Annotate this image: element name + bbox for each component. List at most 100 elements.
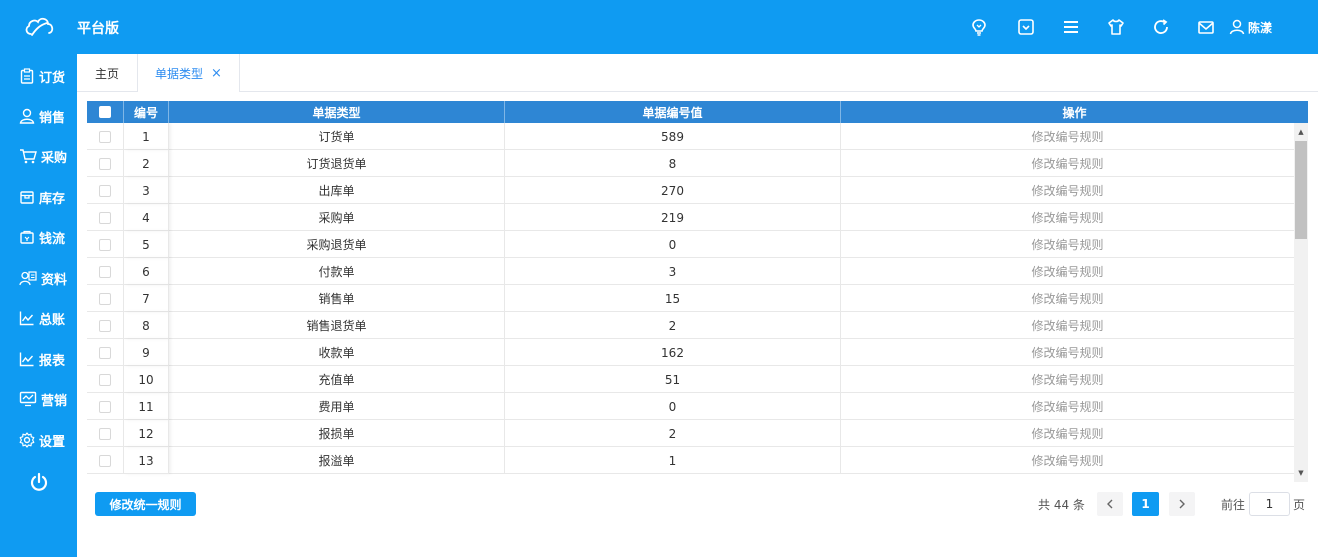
row-action-cell: 修改编号规则 [841,285,1294,312]
modify-unified-rule-button[interactable]: 修改统一规则 [95,492,196,516]
modify-number-rule-link[interactable]: 修改编号规则 [1031,209,1103,226]
scroll-up-icon[interactable]: ▲ [1294,125,1308,139]
row-checkbox[interactable] [99,184,111,197]
row-checkbox[interactable] [99,238,111,251]
row-select-cell [87,393,124,420]
tab-document-type[interactable]: 单据类型 × [138,54,240,92]
row-document-type: 费用单 [169,393,505,420]
modify-number-rule-link[interactable]: 修改编号规则 [1031,317,1103,334]
row-checkbox[interactable] [99,292,111,305]
row-action-cell: 修改编号规则 [841,204,1294,231]
modify-number-rule-link[interactable]: 修改编号规则 [1031,344,1103,361]
modify-number-rule-link[interactable]: 修改编号规则 [1031,425,1103,442]
row-number-value: 270 [505,177,841,204]
sidebar-item-data[interactable]: 资料 [0,263,77,293]
chevron-right-icon [1179,499,1185,509]
row-checkbox[interactable] [99,211,111,224]
row-number: 4 [124,204,169,231]
row-checkbox[interactable] [99,130,111,143]
modify-number-rule-link[interactable]: 修改编号规则 [1031,155,1103,172]
row-number-value: 15 [505,285,841,312]
prev-page-button[interactable] [1097,492,1123,516]
row-number: 1 [124,123,169,150]
table-row: 4 采购单 219 修改编号规则 [87,204,1294,231]
modify-number-rule-link[interactable]: 修改编号规则 [1031,398,1103,415]
row-number-value: 589 [505,123,841,150]
sidebar-item-settings[interactable]: 设置 [0,425,77,455]
row-select-cell [87,150,124,177]
sidebar-item-ledger[interactable]: 总账 [0,303,77,333]
row-checkbox[interactable] [99,373,111,386]
row-checkbox[interactable] [99,400,111,413]
sidebar-item-cashflow[interactable]: 钱流 [0,222,77,252]
scroll-thumb[interactable] [1295,141,1307,239]
shirt-icon[interactable] [1105,16,1127,38]
table-row: 6 付款单 3 修改编号规则 [87,258,1294,285]
page-number-current[interactable]: 1 [1132,492,1159,516]
row-document-type: 采购单 [169,204,505,231]
contact-card-icon [19,271,37,286]
user-name: 陈漾 [1248,20,1273,35]
row-number-value: 1 [505,447,841,474]
modify-number-rule-link[interactable]: 修改编号规则 [1031,263,1103,280]
row-checkbox[interactable] [99,427,111,440]
row-select-cell [87,447,124,474]
header-col-value: 单据编号值 [505,101,841,123]
row-checkbox[interactable] [99,346,111,359]
modify-number-rule-link[interactable]: 修改编号规则 [1031,236,1103,253]
sidebar-item-marketing[interactable]: 营销 [0,384,77,414]
scroll-down-icon[interactable]: ▼ [1294,466,1308,480]
table-row: 7 销售单 15 修改编号规则 [87,285,1294,312]
row-action-cell: 修改编号规则 [841,339,1294,366]
table-scrollbar[interactable]: ▲ ▼ [1294,123,1308,482]
row-document-type: 充值单 [169,366,505,393]
user-menu[interactable]: 陈漾 [1229,16,1272,38]
goto-label: 前往 [1221,498,1246,512]
row-checkbox[interactable] [99,157,111,170]
modify-number-rule-link[interactable]: 修改编号规则 [1031,128,1103,145]
table-row: 5 采购退货单 0 修改编号规则 [87,231,1294,258]
row-number: 8 [124,312,169,339]
row-document-type: 销售退货单 [169,312,505,339]
chart-line-icon [19,311,34,326]
next-page-button[interactable] [1169,492,1195,516]
row-number-value: 0 [505,231,841,258]
table-row: 12 报损单 2 修改编号规则 [87,420,1294,447]
row-number: 11 [124,393,169,420]
tab-home[interactable]: 主页 [77,54,138,92]
bulb-icon[interactable] [968,16,990,38]
row-number: 6 [124,258,169,285]
goto-page-input[interactable] [1249,492,1290,516]
power-icon[interactable] [28,471,50,493]
table-row: 10 充值单 51 修改编号规则 [87,366,1294,393]
row-document-type: 采购退货单 [169,231,505,258]
row-number-value: 3 [505,258,841,285]
table-header: 编号 单据类型 单据编号值 操作 [87,101,1308,123]
row-checkbox[interactable] [99,319,111,332]
modify-number-rule-link[interactable]: 修改编号规则 [1031,371,1103,388]
row-document-type: 收款单 [169,339,505,366]
row-document-type: 销售单 [169,285,505,312]
select-all-checkbox[interactable] [99,106,111,118]
modify-number-rule-link[interactable]: 修改编号规则 [1031,182,1103,199]
sidebar-item-inventory[interactable]: 库存 [0,182,77,212]
total-count: 共 44 条 [1038,498,1085,512]
tab-close-icon[interactable]: × [211,66,222,81]
row-checkbox[interactable] [99,454,111,467]
header-select-all [87,101,124,123]
menu-icon[interactable] [1060,16,1082,38]
modify-number-rule-link[interactable]: 修改编号规则 [1031,290,1103,307]
sidebar-item-purchase[interactable]: 采购 [0,141,77,171]
mail-icon[interactable] [1195,16,1217,38]
row-number: 12 [124,420,169,447]
dropdown-box-icon[interactable] [1015,16,1037,38]
sidebar-item-reports[interactable]: 报表 [0,344,77,374]
sidebar-item-sales[interactable]: 销售 [0,101,77,131]
sidebar-item-order[interactable]: 订货 [0,61,77,91]
box-icon [20,191,34,204]
refresh-icon[interactable] [1150,16,1172,38]
table-row: 11 费用单 0 修改编号规则 [87,393,1294,420]
modify-number-rule-link[interactable]: 修改编号规则 [1031,452,1103,469]
row-checkbox[interactable] [99,265,111,278]
person-icon [19,108,35,124]
